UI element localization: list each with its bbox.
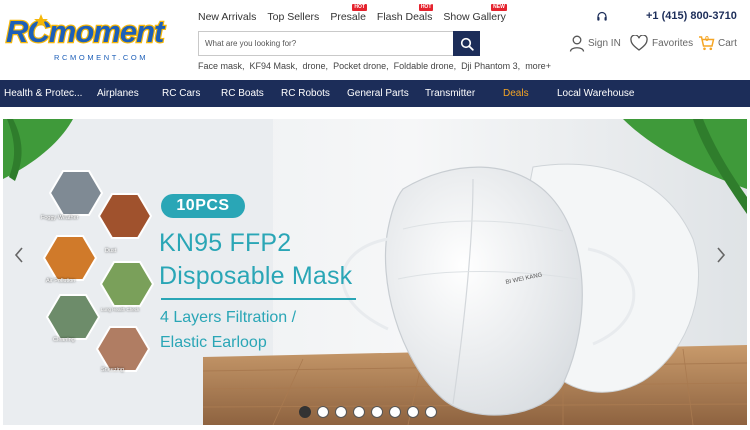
cart-link[interactable]: 0 Cart [698,34,737,52]
topnav-label: New Arrivals [198,11,257,23]
cart-count: 0 [705,36,709,43]
banner-headline-2: Disposable Mask [159,262,353,290]
hot-search-link[interactable]: KF94 Mask, [250,61,298,71]
search-icon [460,37,474,51]
svg-text:RCmoment: RCmoment [6,14,166,49]
hot-search-link[interactable]: Dji Phantom 3, [461,61,520,71]
headset-icon [597,11,607,21]
sign-in-link[interactable]: Sign IN [569,34,621,52]
topnav-label: Top Sellers [267,11,320,23]
hot-badge: HOT [352,4,367,11]
category-airplanes[interactable]: Airplanes [97,88,139,99]
hero-banner[interactable]: BI WEI KANG Foggy Weather Dust Air Pollu… [3,119,747,425]
topnav-show-gallery[interactable]: Show Gallery NEW [443,4,507,25]
hot-search-link[interactable]: Foldable drone, [394,61,457,71]
carousel-dot[interactable] [335,406,347,418]
category-health[interactable]: Health & Protec... [4,88,82,99]
carousel-dot[interactable] [353,406,365,418]
favorites-link[interactable]: Favorites [630,34,693,52]
banner-subtitle: 4 Layers Filtration / [160,309,297,326]
category-rc-robots[interactable]: RC Robots [281,88,330,99]
hex-label-lung: Lung Health Check [101,307,140,312]
hot-search-more-link[interactable]: more+ [525,61,551,71]
cart-label: Cart [718,37,737,49]
hot-search-link[interactable]: Face mask, [198,61,245,71]
cart-icon-wrap: 0 [698,35,715,51]
user-icon [569,35,585,52]
hex-label-sneezing: Sneezing [101,367,124,373]
topnav-top-sellers[interactable]: Top Sellers [267,11,319,25]
topnav-flash-deals[interactable]: Flash Deals HOT [376,4,434,25]
hex-label-air-pollution: Air Pollution [46,278,76,284]
chevron-left-icon [14,247,23,263]
phone-number: +1 (415) 800-3710 [646,10,737,22]
carousel-dot[interactable] [425,406,437,418]
carousel-dot[interactable] [299,406,311,418]
carousel-dot[interactable] [371,406,383,418]
carousel-dot[interactable] [407,406,419,418]
hot-search-link[interactable]: drone, [303,61,329,71]
new-badge: NEW [491,4,507,11]
category-local-warehouse[interactable]: Local Warehouse [557,88,634,99]
category-deals[interactable]: Deals [503,88,529,99]
banner-headline: KN95 FFP2 [159,229,292,257]
phone-contact[interactable]: +1 (415) 800-3710 [596,9,746,25]
hot-badge: HOT [418,4,434,11]
banner-subtitle-2: Elastic Earloop [160,334,267,351]
hot-search-link[interactable]: Pocket drone, [333,61,389,71]
hex-label-cleaning: Cleaning [53,337,75,343]
category-rc-cars[interactable]: RC Cars [162,88,200,99]
carousel-prev-button[interactable] [9,243,29,267]
favorites-label: Favorites [652,37,694,49]
hex-label-foggy: Foggy Weather [41,215,79,221]
carousel-dots [299,406,437,418]
category-general-parts[interactable]: General Parts [347,88,409,99]
sign-in-label: Sign IN [588,37,621,49]
site-logo[interactable]: RCmoment RCMOMENT.COM [4,12,176,62]
quantity-tag: 10PCS [161,194,245,218]
chevron-right-icon [717,247,726,263]
heart-icon [630,35,648,51]
hot-searches: Face mask, KF94 Mask, drone, Pocket dron… [198,61,556,71]
headline-divider [161,298,356,300]
hex-label-dust: Dust [105,248,117,254]
search-bar [198,31,480,56]
search-input[interactable] [199,32,453,55]
carousel-dot[interactable] [389,406,401,418]
topnav-label: Flash Deals [376,11,433,23]
carousel-dot[interactable] [317,406,329,418]
category-rc-boats[interactable]: RC Boats [221,88,264,99]
topnav-presale[interactable]: Presale HOT [330,4,367,25]
category-transmitter[interactable]: Transmitter [425,88,475,99]
topnav-new-arrivals[interactable]: New Arrivals [198,11,256,25]
category-navigation: Health & Protec... Airplanes RC Cars RC … [0,80,750,107]
banner-artwork: BI WEI KANG [3,119,747,425]
search-button[interactable] [453,31,480,56]
top-navigation: New Arrivals Top Sellers Presale HOT Flas… [198,4,517,25]
carousel-next-button[interactable] [711,243,731,267]
logo-graphic: RCmoment [5,13,168,50]
topnav-label: Presale [330,11,366,23]
topnav-label: Show Gallery [443,11,506,23]
site-header: RCmoment RCMOMENT.COM New Arrivals Top S… [0,0,750,80]
logo-subtitle: RCMOMENT.COM [54,53,149,62]
